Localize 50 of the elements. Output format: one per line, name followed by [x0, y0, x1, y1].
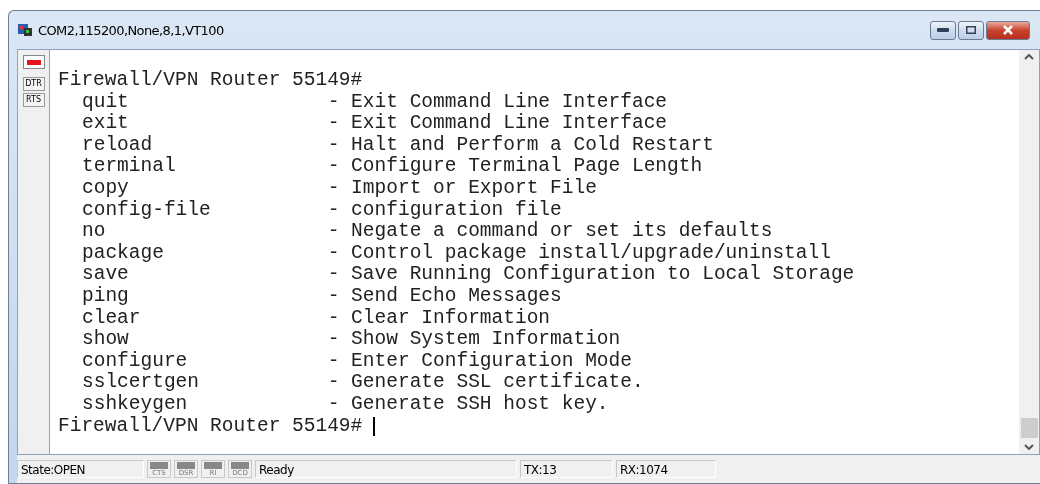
command-name: quit [82, 91, 130, 113]
rx-count: RX:1074 [616, 460, 716, 478]
command-description: - Control package install/upgrade/uninstall [327, 242, 831, 264]
connection-state: State:OPEN [17, 460, 144, 478]
command-name: terminal [82, 156, 177, 178]
status-message: Ready [255, 460, 517, 478]
command-name: configure [82, 350, 189, 372]
scroll-up-icon[interactable] [1024, 54, 1034, 60]
command-name: reload [82, 134, 154, 156]
command-description: - Exit Command Line Interface [327, 113, 668, 135]
command-description: - Exit Command Line Interface [327, 91, 668, 113]
signal-toggle-button[interactable]: RTS [22, 93, 45, 107]
maximize-icon [966, 26, 976, 34]
command-name: save [82, 264, 130, 286]
command-description: - configuration file [327, 199, 562, 221]
scrollbar-thumb[interactable] [1020, 418, 1038, 438]
prompt-text: Firewall/VPN Router 55149# [58, 70, 363, 92]
text-cursor [372, 416, 375, 436]
command-description: - Send Echo Messages [327, 285, 562, 308]
prompt-text: Firewall/VPN Router 55149# [58, 415, 363, 438]
signal-toggle-button[interactable]: DTR [22, 77, 45, 91]
command-name: config-file [82, 199, 212, 222]
command-name: show [82, 329, 130, 351]
minimize-icon [937, 27, 949, 33]
command-description: - Enter Configuration Mode [327, 350, 632, 372]
close-button[interactable] [986, 20, 1030, 40]
maximize-button[interactable] [958, 20, 984, 40]
scroll-down-icon[interactable] [1024, 444, 1034, 450]
command-description: - Show System Information [327, 329, 621, 351]
command-description: - Generate SSL certificate. [327, 372, 644, 394]
command-description: - Negate a command or set its defaults [327, 221, 773, 243]
command-description: - Import or Export File [327, 177, 597, 200]
command-name: sslcertgen [82, 372, 200, 394]
command-name: exit [82, 113, 130, 135]
command-name: ping [82, 285, 130, 308]
close-icon [1002, 25, 1014, 35]
tx-count: TX:13 [520, 460, 613, 478]
command-name: no [82, 221, 107, 243]
window-title: COM2,115200,None,8,1,VT100 [38, 22, 224, 38]
command-description: - Configure Terminal Page Length [327, 156, 703, 178]
minimize-button[interactable] [930, 20, 956, 40]
command-description: - Save Running Configuration to Local Storage [327, 264, 855, 286]
command-name: package [82, 242, 165, 265]
command-name: clear [82, 307, 142, 329]
command-name: sshkeygen [82, 393, 189, 416]
serial-port-app-icon [17, 22, 33, 38]
command-description: - Halt and Perform a Cold Restart [327, 134, 714, 156]
command-name: copy [82, 177, 130, 200]
command-description: - Clear Information [327, 307, 551, 329]
command-description: - Generate SSH host key. [327, 393, 609, 416]
